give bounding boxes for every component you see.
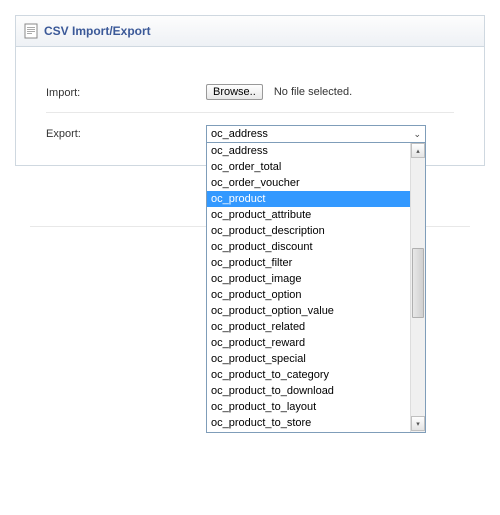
import-control: Browse.. No file selected.	[206, 84, 454, 100]
option-oc-product-attribute[interactable]: oc_product_attribute	[207, 207, 410, 223]
export-label: Export:	[46, 125, 206, 140]
panel-header: CSV Import/Export	[16, 16, 484, 47]
import-label: Import:	[46, 84, 206, 99]
browse-button[interactable]: Browse..	[206, 84, 263, 100]
option-oc-product-to-download[interactable]: oc_product_to_download	[207, 383, 410, 399]
option-oc-product-option-value[interactable]: oc_product_option_value	[207, 303, 410, 319]
export-selected-value: oc_address	[211, 128, 268, 140]
options-list: oc_addressoc_order_totaloc_order_voucher…	[207, 143, 410, 433]
option-oc-product-description[interactable]: oc_product_description	[207, 223, 410, 239]
scroll-thumb[interactable]	[412, 248, 424, 318]
option-oc-order-voucher[interactable]: oc_order_voucher	[207, 175, 410, 191]
scrollbar[interactable]: ▴ ▾	[410, 143, 425, 433]
option-oc-product[interactable]: oc_product	[207, 191, 410, 207]
option-oc-product-image[interactable]: oc_product_image	[207, 271, 410, 287]
option-oc-product-to-layout[interactable]: oc_product_to_layout	[207, 399, 410, 415]
export-control: oc_address ⌄ oc_addressoc_order_totaloc_…	[206, 125, 454, 143]
option-oc-product-to-store[interactable]: oc_product_to_store	[207, 415, 410, 431]
option-oc-product-discount[interactable]: oc_product_discount	[207, 239, 410, 255]
scroll-up-button[interactable]: ▴	[411, 143, 425, 158]
option-oc-product-option[interactable]: oc_product_option	[207, 287, 410, 303]
option-oc-product-to-category[interactable]: oc_product_to_category	[207, 367, 410, 383]
export-select[interactable]: oc_address ⌄	[206, 125, 426, 143]
option-oc-product-reward[interactable]: oc_product_reward	[207, 335, 410, 351]
export-row: Export: oc_address ⌄ oc_addressoc_order_…	[46, 113, 454, 155]
chevron-down-icon: ⌄	[413, 129, 421, 140]
export-dropdown: oc_addressoc_order_totaloc_order_voucher…	[206, 143, 426, 433]
panel-title: CSV Import/Export	[44, 24, 151, 38]
import-row: Import: Browse.. No file selected.	[46, 72, 454, 113]
option-oc-return[interactable]: oc_return	[207, 431, 410, 433]
option-oc-product-special[interactable]: oc_product_special	[207, 351, 410, 367]
panel-body: Import: Browse.. No file selected. Expor…	[16, 47, 484, 165]
file-status-text: No file selected.	[274, 86, 352, 98]
document-icon	[24, 23, 38, 39]
option-oc-order-total[interactable]: oc_order_total	[207, 159, 410, 175]
scroll-track[interactable]	[411, 158, 425, 416]
option-oc-address[interactable]: oc_address	[207, 143, 410, 159]
scroll-down-button[interactable]: ▾	[411, 416, 425, 431]
csv-panel: CSV Import/Export Import: Browse.. No fi…	[15, 15, 485, 166]
option-oc-product-related[interactable]: oc_product_related	[207, 319, 410, 335]
option-oc-product-filter[interactable]: oc_product_filter	[207, 255, 410, 271]
